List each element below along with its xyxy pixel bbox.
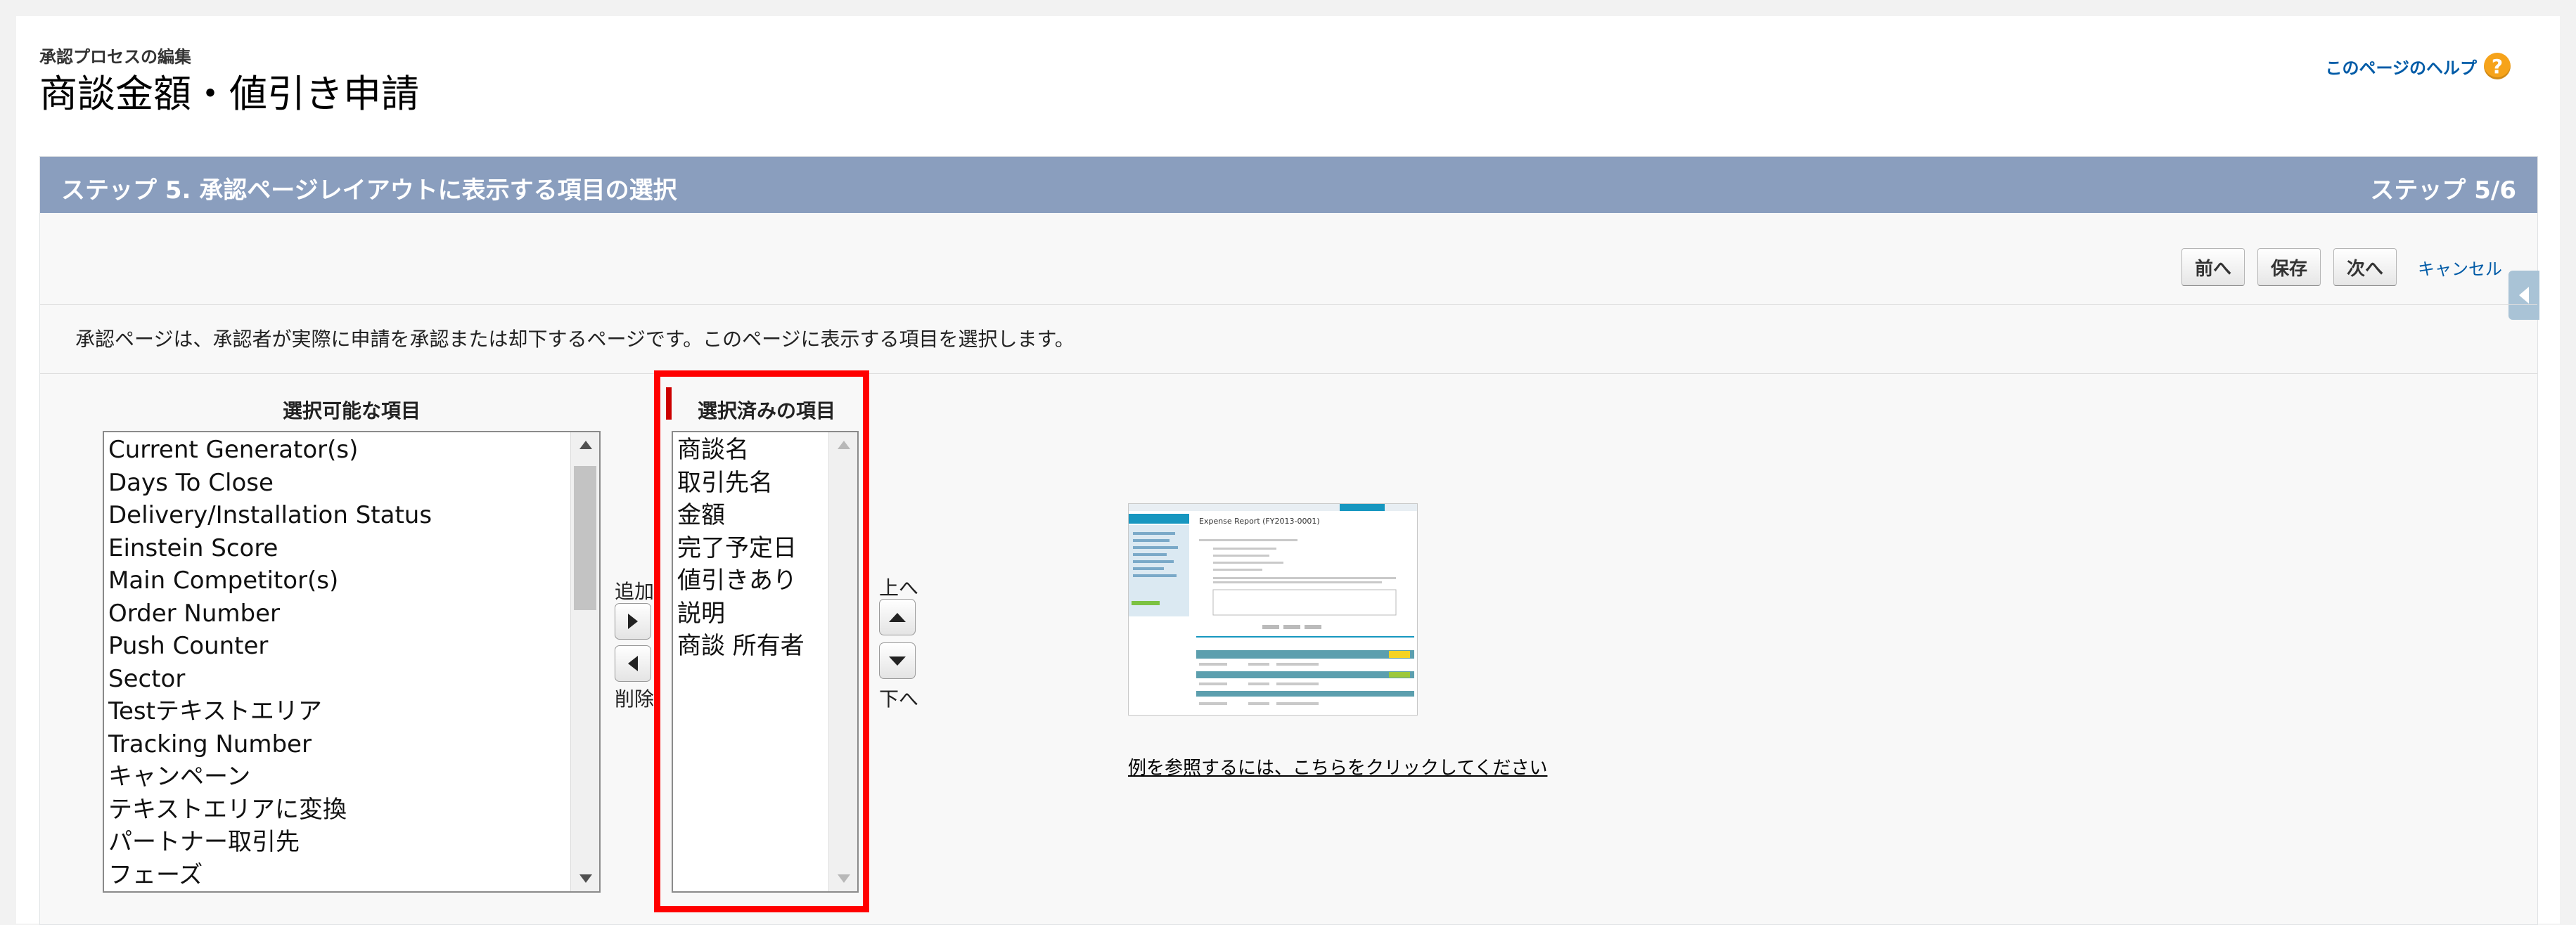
save-button[interactable]: 保存 bbox=[2257, 248, 2321, 286]
add-label: 追加 bbox=[615, 580, 655, 603]
available-field-option[interactable]: パートナー取引先 bbox=[108, 826, 432, 859]
preview-example-link[interactable]: 例を参照するには、こちらをクリックしてください bbox=[1128, 753, 1547, 780]
remove-label: 削除 bbox=[615, 687, 655, 711]
arrow-up-icon bbox=[889, 612, 906, 622]
help-link[interactable]: このページのヘルプ bbox=[2325, 54, 2477, 79]
add-button[interactable] bbox=[615, 603, 651, 640]
available-field-option[interactable]: テキストエリアに変換 bbox=[108, 794, 432, 827]
move-up-button[interactable] bbox=[879, 599, 916, 635]
down-label: 下へ bbox=[879, 687, 919, 711]
preview-title: Expense Report (FY2013-0001) bbox=[1199, 517, 1320, 526]
step-title: ステップ 5. 承認ページレイアウトに表示する項目の選択 bbox=[61, 176, 677, 205]
highlight-annotation bbox=[654, 370, 869, 912]
available-field-option[interactable]: Order Number bbox=[108, 597, 432, 630]
arrow-down-icon bbox=[889, 656, 906, 666]
available-field-option[interactable]: キャンペーン bbox=[108, 761, 432, 794]
available-field-option[interactable]: フェーズ bbox=[108, 859, 432, 892]
available-items: Current Generator(s) Days To Close Deliver… bbox=[108, 434, 432, 891]
available-field-option[interactable]: Sector bbox=[108, 663, 432, 696]
available-field-option[interactable]: Einstein Score bbox=[108, 532, 432, 565]
page-title: 商談金額・値引き申請 bbox=[39, 72, 419, 116]
preview-thumbnail-icon: Expense Report (FY2013-0001) bbox=[1129, 504, 1417, 705]
available-fields-label: 選択可能な項目 bbox=[282, 399, 421, 422]
help-icon[interactable]: ? bbox=[2484, 53, 2511, 79]
available-fields-list[interactable]: Current Generator(s) Days To Close Deliver… bbox=[103, 431, 601, 893]
available-field-option[interactable]: Current Generator(s) bbox=[108, 434, 432, 467]
remove-button[interactable] bbox=[615, 645, 651, 682]
side-collapse-tab[interactable] bbox=[2508, 271, 2539, 320]
prev-button[interactable]: 前へ bbox=[2181, 248, 2245, 286]
divider bbox=[40, 373, 2537, 374]
available-scrollbar[interactable] bbox=[570, 432, 599, 891]
collapse-arrow-icon bbox=[2519, 287, 2529, 304]
available-field-option[interactable]: Delivery/Installation Status bbox=[108, 499, 432, 532]
scroll-thumb[interactable] bbox=[574, 466, 596, 610]
step-header: ステップ 5. 承認ページレイアウトに表示する項目の選択 ステップ 5/6 bbox=[40, 157, 2537, 213]
step-counter: ステップ 5/6 bbox=[2370, 176, 2516, 205]
move-down-button[interactable] bbox=[879, 642, 916, 679]
cancel-link[interactable]: キャンセル bbox=[2418, 255, 2502, 280]
up-label: 上へ bbox=[879, 576, 919, 600]
arrow-right-icon bbox=[628, 614, 638, 629]
approval-page-preview-image[interactable]: Expense Report (FY2013-0001) bbox=[1128, 503, 1418, 716]
scroll-down-icon[interactable] bbox=[579, 874, 592, 883]
available-field-option[interactable]: Main Competitor(s) bbox=[108, 564, 432, 597]
arrow-left-icon bbox=[628, 656, 638, 671]
available-field-option[interactable]: Days To Close bbox=[108, 467, 432, 500]
next-button[interactable]: 次へ bbox=[2333, 248, 2397, 286]
available-field-option[interactable]: Testテキストエリア bbox=[108, 695, 432, 728]
scroll-up-icon[interactable] bbox=[579, 441, 592, 449]
step-description: 承認ページは、承認者が実際に申請を承認または却下するページです。このページに表示… bbox=[75, 328, 1075, 351]
divider bbox=[40, 304, 2537, 305]
step-buttons: 前へ 保存 次へ キャンセル bbox=[2181, 248, 2502, 286]
available-field-option[interactable]: Tracking Number bbox=[108, 728, 432, 761]
help-area: このページのヘルプ ? bbox=[2325, 53, 2511, 79]
available-field-option[interactable]: Push Counter bbox=[108, 630, 432, 663]
